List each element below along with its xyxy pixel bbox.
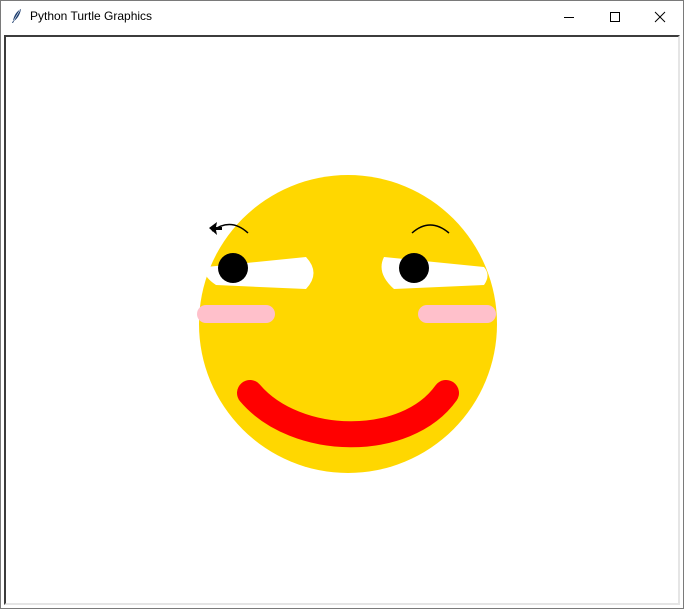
arrow-icon <box>209 222 222 235</box>
title-bar[interactable]: Python Turtle Graphics <box>1 1 683 32</box>
maximize-button[interactable] <box>592 1 638 32</box>
close-icon <box>654 11 666 22</box>
close-button[interactable] <box>637 1 683 32</box>
left-pupil <box>218 253 248 283</box>
minimize-icon <box>564 16 574 18</box>
right-pupil <box>399 253 429 283</box>
smiley-drawing <box>197 175 497 473</box>
maximize-icon <box>610 11 620 22</box>
window-title: Python Turtle Graphics <box>30 9 153 23</box>
turtle-canvas[interactable] <box>4 35 680 605</box>
feather-icon <box>12 9 21 23</box>
minimize-button[interactable] <box>546 1 592 32</box>
turtle-window: Python Turtle Graphics <box>0 0 684 609</box>
